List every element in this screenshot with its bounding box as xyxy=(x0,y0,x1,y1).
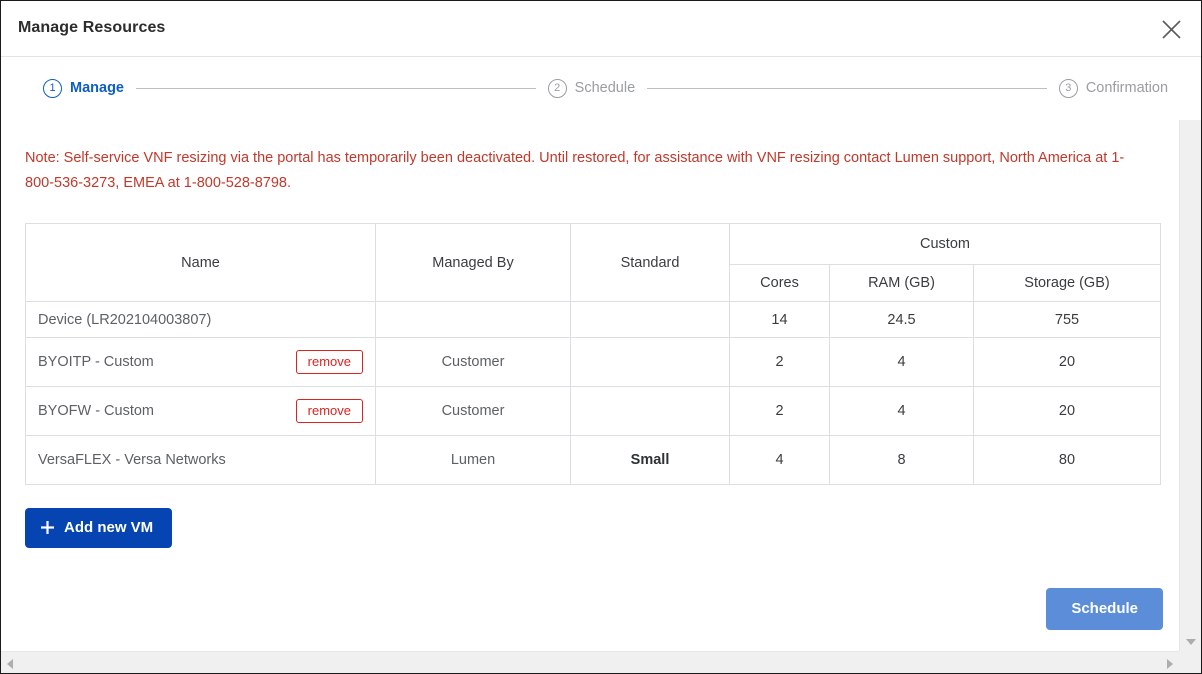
cell-ram: 24.5 xyxy=(829,301,974,338)
table-header-row: Name Managed By Standard Custom xyxy=(25,223,1161,302)
step-number: 2 xyxy=(547,78,567,98)
add-new-vm-label: Add new VM xyxy=(64,519,154,536)
horizontal-scrollbar[interactable] xyxy=(1,651,1179,673)
cell-ram: 4 xyxy=(829,386,974,436)
cell-cores: 4 xyxy=(729,435,830,485)
scroll-right-arrow-icon[interactable] xyxy=(1167,659,1173,669)
stepper-connector xyxy=(136,87,536,89)
cell-storage: 20 xyxy=(973,337,1161,387)
plus-icon xyxy=(40,520,55,535)
cell-name: Device (LR202104003807) xyxy=(25,301,376,338)
cell-cores: 14 xyxy=(729,301,830,338)
dialog-header: Manage Resources xyxy=(1,1,1201,57)
step-number: 3 xyxy=(1058,78,1078,98)
dialog-footer: Schedule xyxy=(1,548,1179,644)
step-confirmation[interactable]: 3 Confirmation xyxy=(1058,78,1169,98)
resources-table: Name Managed By Standard Custom Cores RA… xyxy=(25,223,1161,485)
cell-ram: 4 xyxy=(829,337,974,387)
dialog-content: Note: Self-service VNF resizing via the … xyxy=(1,120,1179,651)
remove-button[interactable]: remove xyxy=(295,399,363,423)
page-title: Manage Resources xyxy=(18,19,166,36)
add-new-vm-button[interactable]: Add new VM xyxy=(25,508,173,548)
step-label: Manage xyxy=(70,80,124,96)
step-number: 1 xyxy=(43,78,62,98)
step-label: Schedule xyxy=(574,80,636,96)
table-row: Device (LR202104003807) 14 24.5 755 xyxy=(25,301,1161,338)
scroll-left-arrow-icon[interactable] xyxy=(7,659,13,669)
cell-storage: 20 xyxy=(973,386,1161,436)
vm-name-label: BYOFW - Custom xyxy=(38,403,155,419)
table-row: BYOITP - Custom remove Customer 2 4 20 xyxy=(25,337,1161,387)
vertical-scrollbar[interactable] xyxy=(1179,120,1201,651)
step-manage[interactable]: 1 Manage xyxy=(43,78,124,98)
cell-managed-by xyxy=(375,301,571,338)
cell-standard xyxy=(570,337,730,387)
cell-ram: 8 xyxy=(829,435,974,485)
column-header-ram: RAM (GB) xyxy=(829,264,974,302)
cell-managed-by: Customer xyxy=(375,337,571,387)
column-header-name: Name xyxy=(25,223,376,302)
step-schedule[interactable]: 2 Schedule xyxy=(547,78,636,98)
scroll-up-arrow-icon[interactable] xyxy=(1186,127,1196,133)
cell-standard xyxy=(570,301,730,338)
dialog-body: Note: Self-service VNF resizing via the … xyxy=(1,120,1201,673)
table-row: BYOFW - Custom remove Customer 2 4 20 xyxy=(25,386,1161,436)
warning-note: Note: Self-service VNF resizing via the … xyxy=(25,150,1125,191)
cell-managed-by: Customer xyxy=(375,386,571,436)
cell-name: BYOFW - Custom remove xyxy=(25,386,376,436)
column-header-custom: Custom xyxy=(729,223,1161,265)
column-header-standard: Standard xyxy=(570,223,730,302)
cell-managed-by: Lumen xyxy=(375,435,571,485)
wizard-stepper: 1 Manage 2 Schedule 3 Confirmation xyxy=(1,57,1201,119)
remove-button[interactable]: remove xyxy=(295,350,363,374)
cell-name: VersaFLEX - Versa Networks xyxy=(25,435,376,485)
vm-name-label: VersaFLEX - Versa Networks xyxy=(38,452,226,468)
table-row: VersaFLEX - Versa Networks Lumen Small 4… xyxy=(25,435,1161,485)
cell-cores: 2 xyxy=(729,386,830,436)
cell-storage: 80 xyxy=(973,435,1161,485)
manage-resources-dialog: Manage Resources 1 Manage 2 Schedule 3 C… xyxy=(0,0,1202,674)
scroll-down-arrow-icon[interactable] xyxy=(1186,639,1196,645)
scrollbar-corner xyxy=(1179,651,1201,673)
schedule-button[interactable]: Schedule xyxy=(1046,588,1163,630)
stepper-connector xyxy=(647,87,1047,89)
column-header-managed-by: Managed By xyxy=(375,223,571,302)
vm-name-label: Device (LR202104003807) xyxy=(38,311,212,328)
cell-cores: 2 xyxy=(729,337,830,387)
vm-name-label: BYOITP - Custom xyxy=(38,354,154,370)
cell-standard: Small xyxy=(570,435,730,485)
cell-storage: 755 xyxy=(973,301,1161,338)
step-label: Confirmation xyxy=(1085,80,1169,96)
cell-name: BYOITP - Custom remove xyxy=(25,337,376,387)
cell-standard xyxy=(570,386,730,436)
column-header-storage: Storage (GB) xyxy=(973,264,1161,302)
close-icon[interactable] xyxy=(1155,13,1187,45)
column-header-cores: Cores xyxy=(729,264,830,302)
